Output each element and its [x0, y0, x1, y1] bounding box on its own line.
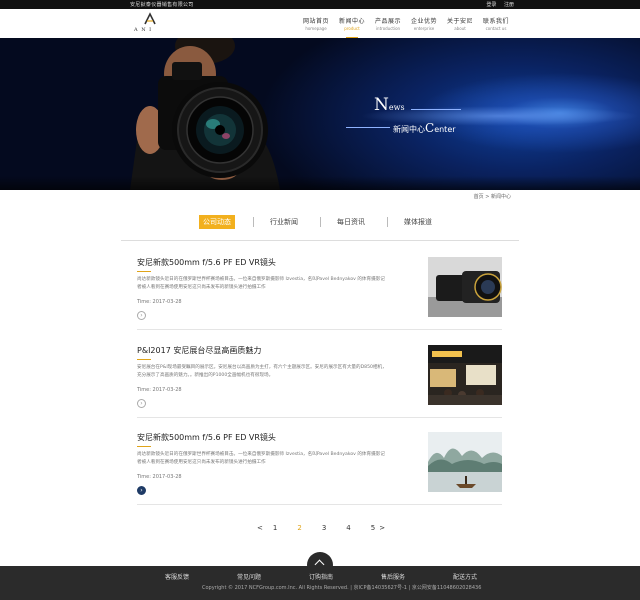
- hero-banner: News 新闻中心Center: [0, 38, 640, 190]
- nav-sublabel: homepage: [305, 26, 327, 31]
- news-time: Time: 2017-03-28: [137, 387, 182, 393]
- page-number-current[interactable]: 2: [297, 524, 301, 532]
- tab-industry-news[interactable]: 行业新闻: [266, 215, 302, 229]
- banner-news-rest: ews: [388, 103, 405, 112]
- news-title[interactable]: 安尼新款500mm f/5.6 PF ED VR镜头: [137, 432, 276, 443]
- nav-sublabel: product: [344, 26, 360, 31]
- logo-mark-icon: [144, 12, 156, 25]
- nav-label: 联系我们: [482, 18, 509, 25]
- breadcrumb[interactable]: 首页 > 新闻中心: [474, 193, 511, 200]
- tab-divider: [320, 217, 321, 227]
- nav-item-advantages[interactable]: 企业优势 enterprise: [406, 16, 442, 31]
- news-divider: [137, 504, 502, 505]
- news-title-underline: [137, 271, 151, 272]
- tabs-underline: [121, 240, 519, 241]
- nav-item-home[interactable]: 网站首页 homepage: [298, 16, 334, 31]
- nav-item-contact[interactable]: 联系我们 contact us: [478, 16, 514, 31]
- news-summary: 安尼展台在P&I现场最受瞩目的展示区。安尼展台以高画质为主打，有六个主题展示区。…: [137, 365, 387, 378]
- logo-text: A N I: [134, 27, 153, 33]
- nav-label: 产品展示: [374, 18, 401, 25]
- news-title[interactable]: 安尼新款500mm f/5.6 PF ED VR镜头: [137, 257, 276, 268]
- nav-sublabel: contact us: [485, 26, 507, 31]
- company-name: 安尼鈥泰仪器销售有限公司: [130, 2, 194, 8]
- nav-label: 企业优势: [410, 18, 437, 25]
- tab-daily-info[interactable]: 每日资讯: [333, 215, 369, 229]
- news-thumbnail[interactable]: [428, 432, 502, 492]
- banner-divider-top: [411, 109, 461, 110]
- photographer-camera-image: [130, 38, 280, 190]
- footer-link-feedback[interactable]: 客服反馈: [165, 572, 189, 581]
- banner-news-cap: N: [374, 95, 389, 115]
- tab-divider: [253, 217, 254, 227]
- news-time: Time: 2017-03-28: [137, 474, 182, 480]
- page-number[interactable]: 4: [346, 524, 350, 532]
- footer-link-order-guide[interactable]: 订购指南: [309, 572, 333, 581]
- news-summary: 尚达新款镜头近日的在俄罗斯世界杯赛场被目击。一位来自俄罗斯摄影师 Izvesti…: [137, 277, 385, 290]
- tab-company-news[interactable]: 公司动态: [199, 215, 235, 229]
- nav-label: 网站首页: [302, 18, 329, 25]
- nav-item-about[interactable]: 关于安尼 about: [442, 16, 478, 31]
- news-summary: 尚达新款镜头近日的在俄罗斯世界杯赛场被目击。一位来自俄罗斯摄影师 Izvesti…: [137, 452, 385, 465]
- news-thumbnail[interactable]: [428, 257, 502, 317]
- banner-center-zh: 新闻中心: [393, 125, 425, 134]
- news-item[interactable]: 安尼新款500mm f/5.6 PF ED VR镜头 尚达新款镜头近日的在俄罗斯…: [137, 257, 502, 332]
- news-time: Time: 2017-03-28: [137, 299, 182, 305]
- login-link[interactable]: 登录: [486, 2, 496, 8]
- footer-link-after-sales[interactable]: 售后服务: [381, 572, 405, 581]
- news-title[interactable]: P&I2017 安尼展台尽显高画质魅力: [137, 345, 261, 356]
- page-next-button[interactable]: >: [379, 524, 385, 532]
- banner-center-rest: enter: [434, 125, 456, 134]
- nav-sublabel: introduction: [375, 26, 401, 31]
- news-category-tabs: 公司动态 行业新闻 每日资讯 媒体报道: [199, 215, 436, 229]
- page-number[interactable]: 3: [322, 524, 326, 532]
- read-more-icon[interactable]: ›: [137, 399, 146, 408]
- site-header: A N I 网站首页 homepage 新闻中心 product 产品展示 in…: [0, 9, 640, 38]
- read-more-icon[interactable]: ›: [137, 486, 146, 495]
- news-title-underline: [137, 446, 151, 447]
- read-more-icon[interactable]: ›: [137, 311, 146, 320]
- banner-divider-bottom: [346, 127, 390, 128]
- nav-sublabel: about: [454, 26, 466, 31]
- account-links: 登录 注册: [480, 1, 514, 8]
- nav-label: 关于安尼: [446, 18, 473, 25]
- banner-center-cap: C: [425, 121, 435, 135]
- page-prev-button[interactable]: <: [257, 524, 263, 532]
- tab-divider: [387, 217, 388, 227]
- footer-link-shipping[interactable]: 配送方式: [453, 572, 477, 581]
- nav-item-products[interactable]: 产品展示 introduction: [370, 16, 406, 31]
- top-bar: 安尼鈥泰仪器销售有限公司 登录 注册: [0, 0, 640, 9]
- pagination: < 1 2 3 4 5 >: [257, 524, 385, 532]
- banner-bottom-shade: [0, 176, 640, 190]
- footer-link-faq[interactable]: 常见问题: [237, 572, 261, 581]
- nav-sublabel: enterprise: [413, 26, 435, 31]
- nav-item-news[interactable]: 新闻中心 product: [334, 16, 370, 38]
- register-link[interactable]: 注册: [504, 2, 514, 8]
- news-title-underline: [137, 359, 151, 360]
- news-divider: [137, 329, 502, 330]
- page-number[interactable]: 5: [371, 524, 375, 532]
- news-thumbnail[interactable]: [428, 345, 502, 405]
- news-item[interactable]: P&I2017 安尼展台尽显高画质魅力 安尼展台在P&I现场最受瞩目的展示区。安…: [137, 345, 502, 420]
- footer-copyright: Copyright © 2017 NCFGroup.com.Inc. All R…: [202, 585, 482, 591]
- main-nav: 网站首页 homepage 新闻中心 product 产品展示 introduc…: [298, 16, 514, 38]
- banner-center-heading: 新闻中心Center: [393, 121, 456, 135]
- news-item[interactable]: 安尼新款500mm f/5.6 PF ED VR镜头 尚达新款镜头近日的在俄罗斯…: [137, 432, 502, 507]
- tab-media-reports[interactable]: 媒体报道: [400, 215, 436, 229]
- banner-news-heading: News: [374, 95, 405, 115]
- news-divider: [137, 417, 502, 418]
- site-logo[interactable]: A N I: [131, 12, 171, 36]
- nav-label: 新闻中心: [338, 18, 365, 25]
- page-number[interactable]: 1: [273, 524, 277, 532]
